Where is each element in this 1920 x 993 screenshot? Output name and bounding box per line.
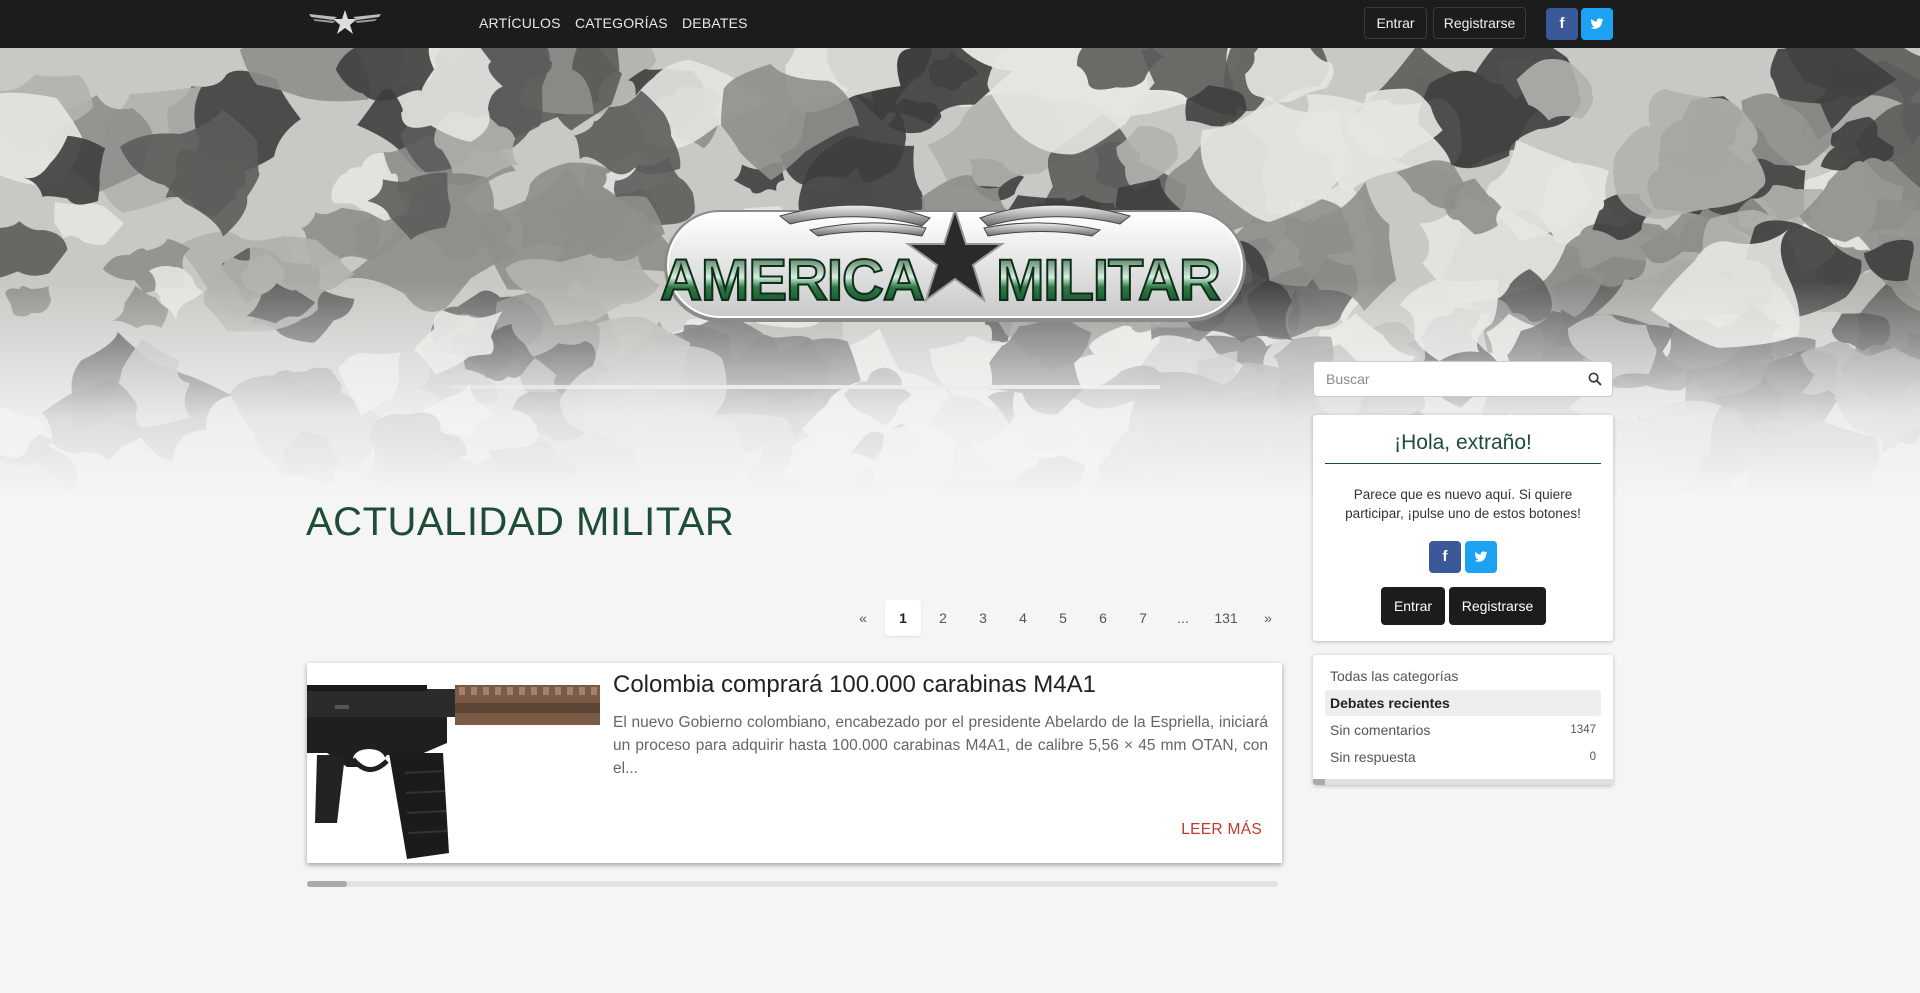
twitter-icon <box>1474 551 1488 562</box>
nav-link-categorias[interactable]: CATEGORÍAS <box>575 15 668 31</box>
welcome-divider <box>1325 463 1601 464</box>
facebook-icon: f <box>1559 15 1565 32</box>
carousel-scrollbar[interactable] <box>307 881 1278 887</box>
facebook-icon: f <box>1442 548 1448 565</box>
welcome-widget: ¡Hola, extraño! Parece que es nuevo aquí… <box>1313 415 1613 641</box>
category-label: Sin comentarios <box>1330 722 1431 738</box>
search-box <box>1313 361 1613 397</box>
hero-banner: AMERICA MILITAR <box>0 48 1920 498</box>
category-item-recent[interactable]: Debates recientes <box>1325 690 1601 716</box>
widget-register-button[interactable]: Registrarse <box>1449 587 1546 625</box>
pagination-page-2[interactable]: 2 <box>925 600 961 636</box>
article-thumbnail[interactable] <box>307 663 600 863</box>
svg-text:AMERICA: AMERICA <box>660 248 924 313</box>
category-label: Debates recientes <box>1330 695 1450 711</box>
page-title: ACTUALIDAD MILITAR <box>306 500 735 544</box>
categories-scrollbar-thumb[interactable] <box>1313 779 1325 785</box>
nav-link-articulos[interactable]: ARTÍCULOS <box>479 15 561 31</box>
pagination-page-6[interactable]: 6 <box>1085 600 1121 636</box>
carousel-scrollbar-thumb[interactable] <box>307 881 347 887</box>
welcome-text: Parece que es nuevo aquí. Si quiere part… <box>1345 487 1581 521</box>
categories-widget: Todas las categorías Debates recientes S… <box>1313 655 1613 785</box>
pagination: « 1 2 3 4 5 6 7 ... 131 » <box>845 600 1272 636</box>
pagination-page-5[interactable]: 5 <box>1045 600 1081 636</box>
svg-text:MILITAR: MILITAR <box>996 248 1220 313</box>
twitter-icon <box>1590 18 1604 29</box>
categories-scrollbar[interactable] <box>1313 779 1613 785</box>
article-card[interactable]: Colombia comprará 100.000 carabinas M4A1… <box>307 663 1282 863</box>
twitter-button[interactable] <box>1581 8 1613 40</box>
read-more-link[interactable]: LEER MÁS <box>1181 821 1262 839</box>
facebook-button[interactable]: f <box>1546 8 1578 40</box>
login-button[interactable]: Entrar <box>1364 7 1427 39</box>
category-item-no-comments[interactable]: Sin comentarios 1347 <box>1325 717 1601 743</box>
site-logo-icon[interactable] <box>307 8 383 36</box>
search-input[interactable] <box>1314 362 1574 396</box>
article-title[interactable]: Colombia comprará 100.000 carabinas M4A1 <box>613 671 1096 699</box>
register-button[interactable]: Registrarse <box>1433 7 1526 39</box>
widget-facebook-button[interactable]: f <box>1429 541 1461 573</box>
nav-link-debates[interactable]: DEBATES <box>682 15 748 31</box>
pagination-page-last[interactable]: 131 <box>1203 600 1249 636</box>
category-item-no-answer[interactable]: Sin respuesta 0 <box>1325 744 1601 770</box>
pagination-page-3[interactable]: 3 <box>965 600 1001 636</box>
hero-divider <box>450 385 1160 389</box>
pagination-page-4[interactable]: 4 <box>1005 600 1041 636</box>
category-count: 1347 <box>1570 724 1596 736</box>
pagination-page-1[interactable]: 1 <box>885 600 921 636</box>
brand-logo[interactable]: AMERICA MILITAR <box>660 160 1250 330</box>
widget-login-button[interactable]: Entrar <box>1381 587 1445 625</box>
top-navbar: ARTÍCULOS CATEGORÍAS DEBATES Entrar Regi… <box>0 0 1920 48</box>
category-item-all[interactable]: Todas las categorías <box>1325 663 1601 689</box>
category-count: 0 <box>1589 751 1596 763</box>
welcome-title: ¡Hola, extraño! <box>1394 431 1532 454</box>
pagination-next[interactable]: » <box>1250 600 1286 636</box>
category-label: Todas las categorías <box>1330 668 1459 684</box>
search-icon[interactable] <box>1588 372 1602 386</box>
category-label: Sin respuesta <box>1330 749 1416 765</box>
pagination-prev[interactable]: « <box>845 600 881 636</box>
article-excerpt: El nuevo Gobierno colombiano, encabezado… <box>613 714 1268 777</box>
widget-twitter-button[interactable] <box>1465 541 1497 573</box>
pagination-page-7[interactable]: 7 <box>1125 600 1161 636</box>
pagination-ellipsis: ... <box>1177 610 1189 626</box>
